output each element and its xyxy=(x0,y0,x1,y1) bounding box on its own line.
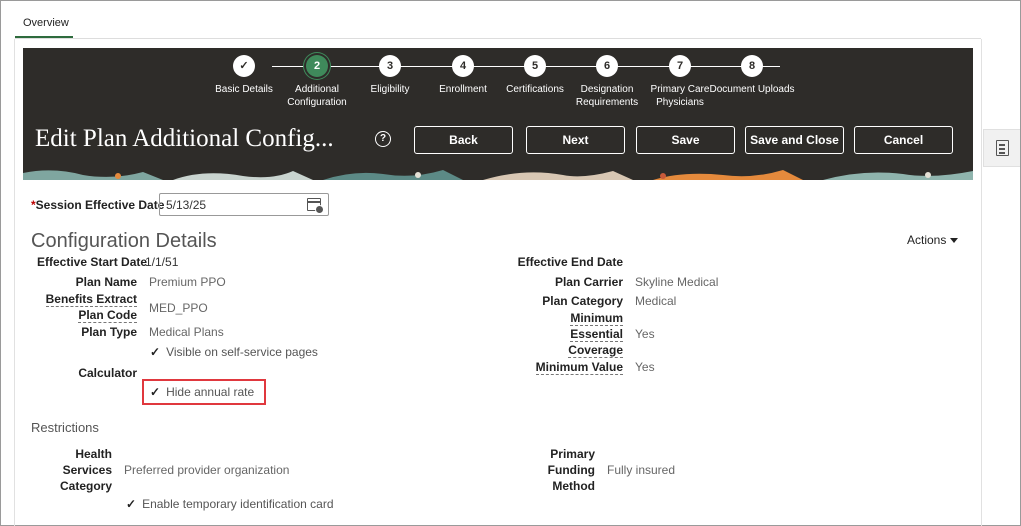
configuration-details-title: Configuration Details xyxy=(31,230,217,252)
process-train: ✓ Basic Details 2 Additional Configurati… xyxy=(23,55,973,115)
health-services-category-value: Preferred provider organization xyxy=(124,463,290,477)
step-number: 3 xyxy=(379,55,401,77)
minimum-essential-coverage-value: Yes xyxy=(635,327,655,341)
step-number: 6 xyxy=(596,55,618,77)
back-button[interactable]: Back xyxy=(414,126,513,154)
restrictions-title: Restrictions xyxy=(31,420,99,435)
calculator-label: Calculator xyxy=(78,366,137,380)
benefits-extract-plan-code-label[interactable]: Benefits Extract xyxy=(45,292,137,307)
save-and-close-button[interactable]: Save and Close xyxy=(745,126,844,154)
cancel-button[interactable]: Cancel xyxy=(854,126,953,154)
effective-start-date-value: 1/1/51 xyxy=(145,255,179,269)
health-services-category-label-3: Category xyxy=(59,479,112,493)
train-step-label: Document Uploads xyxy=(709,84,795,95)
check-icon: ✓ xyxy=(233,55,255,77)
plan-carrier-label: Plan Carrier xyxy=(554,275,623,289)
step-number: 8 xyxy=(741,55,763,77)
minimum-value-label[interactable]: Minimum Value xyxy=(535,360,623,375)
plan-type-value: Medical Plans xyxy=(149,325,224,339)
effective-end-date-label: Effective End Date xyxy=(517,255,623,269)
primary-funding-method-value: Fully insured xyxy=(607,463,676,477)
minimum-value-value: Yes xyxy=(635,360,655,374)
health-services-category-label-2: Services xyxy=(62,463,112,477)
step-number: 5 xyxy=(524,55,546,77)
plan-type-label: Plan Type xyxy=(81,325,137,339)
next-button[interactable]: Next xyxy=(526,126,625,154)
page-title: Edit Plan Additional Config... xyxy=(35,125,334,152)
plan-category-value: Medical xyxy=(635,294,677,308)
minimum-essential-coverage-label-2[interactable]: Essential xyxy=(570,327,623,342)
effective-start-date-label: Effective Start Date xyxy=(37,255,148,269)
calendar-icon[interactable] xyxy=(306,198,324,214)
benefits-extract-plan-code-label-2[interactable]: Plan Code xyxy=(78,308,137,323)
save-button[interactable]: Save xyxy=(636,126,735,154)
temporary-id-card-checkbox[interactable]: ✓ Enable temporary identification card xyxy=(126,497,334,511)
minimum-essential-coverage-label-3[interactable]: Coverage xyxy=(568,343,623,358)
actions-menu[interactable]: Actions xyxy=(907,233,959,247)
check-icon: ✓ xyxy=(126,497,137,511)
step-number: 7 xyxy=(669,55,691,77)
banner-decoration xyxy=(23,170,973,180)
train-step-document-uploads[interactable]: 8 Document Uploads xyxy=(707,55,797,96)
minimum-essential-coverage-label[interactable]: Minimum xyxy=(570,311,623,326)
highlight-box xyxy=(142,379,266,405)
session-effective-date-label: *Session Effective Date xyxy=(31,198,165,212)
caret-down-icon xyxy=(950,238,959,244)
benefits-extract-plan-code-value: MED_PPO xyxy=(149,301,208,315)
tab-overview[interactable]: Overview xyxy=(15,11,77,35)
plan-name-label: Plan Name xyxy=(75,275,137,289)
primary-funding-method-label: Primary xyxy=(550,447,595,461)
document-icon xyxy=(995,140,1009,156)
plan-name-value: Premium PPO xyxy=(149,275,226,289)
step-number: 4 xyxy=(452,55,474,77)
health-services-category-label: Health xyxy=(75,447,112,461)
side-panel-toggle[interactable] xyxy=(983,129,1020,167)
help-icon[interactable]: ? xyxy=(375,131,391,147)
primary-funding-method-label-2: Funding xyxy=(547,463,595,477)
visible-self-service-checkbox[interactable]: ✓ Visible on self-service pages xyxy=(150,345,318,359)
plan-category-label: Plan Category xyxy=(542,294,623,308)
primary-funding-method-label-3: Method xyxy=(552,479,595,493)
plan-carrier-value: Skyline Medical xyxy=(635,275,719,289)
check-icon: ✓ xyxy=(150,345,161,359)
header-banner: ✓ Basic Details 2 Additional Configurati… xyxy=(23,48,973,180)
session-effective-date-input[interactable]: 5/13/25 xyxy=(159,193,329,216)
step-number: 2 xyxy=(306,55,328,77)
